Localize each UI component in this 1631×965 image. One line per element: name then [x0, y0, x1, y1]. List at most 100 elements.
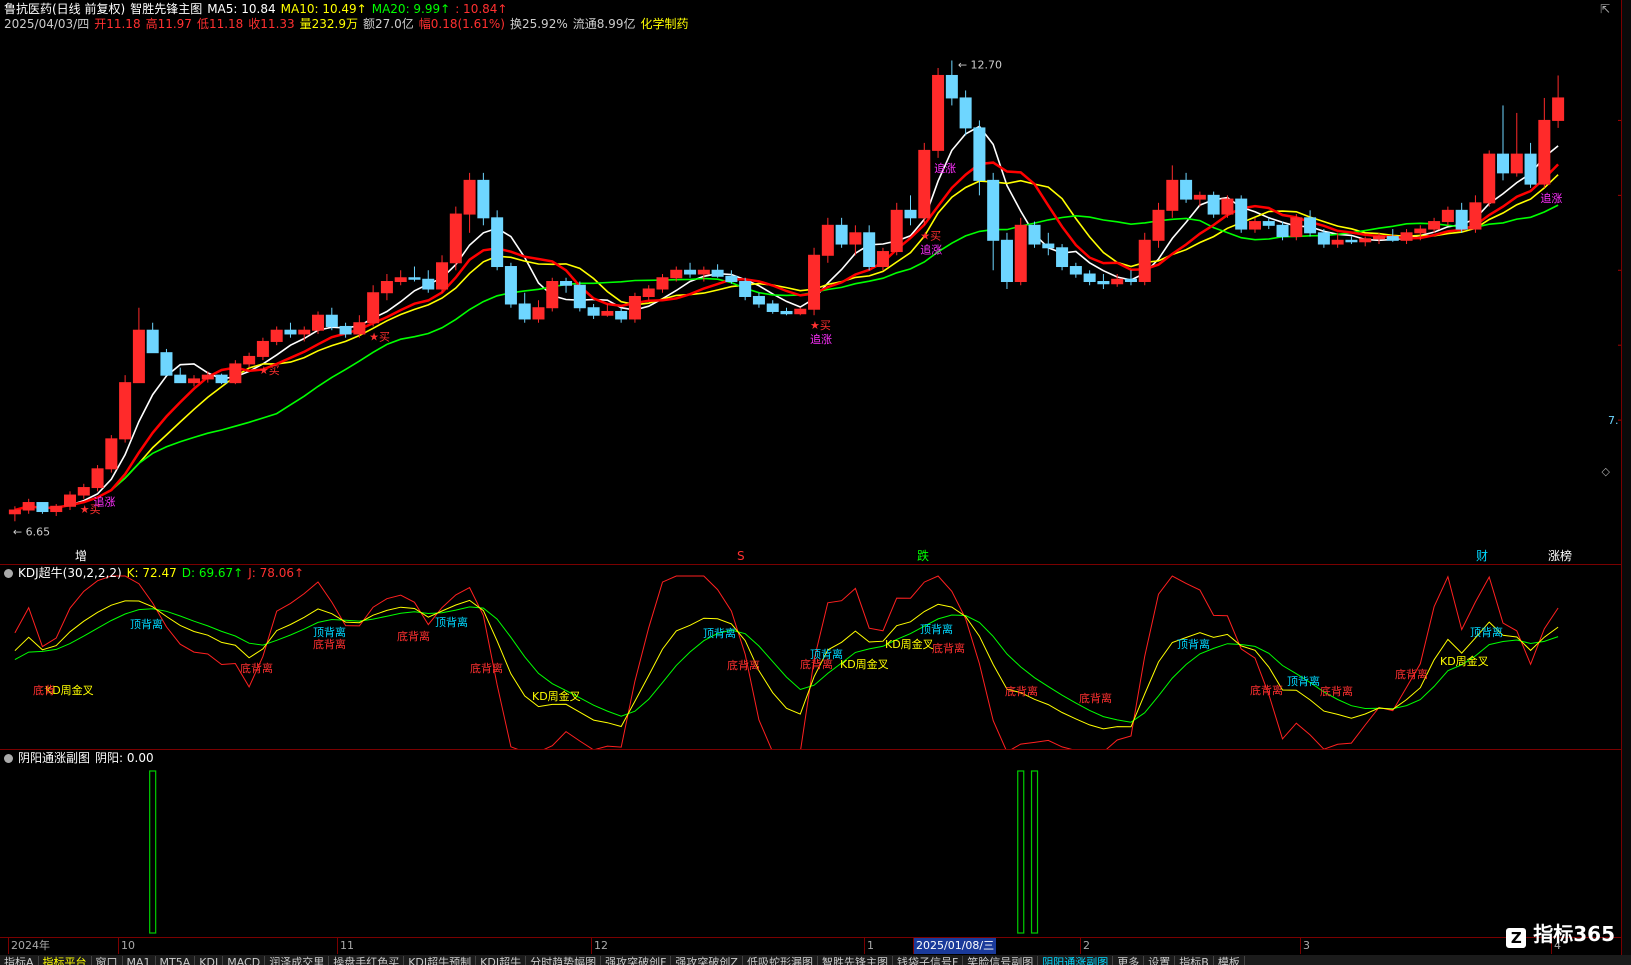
candle — [876, 247, 889, 271]
candle-body — [119, 382, 132, 440]
tab-5[interactable]: KDJ — [195, 956, 224, 965]
tab-7[interactable]: 润泽成交里 — [265, 956, 330, 965]
kdj-annotation: 顶背离 — [1177, 637, 1210, 651]
candle — [504, 262, 517, 308]
candle — [518, 292, 531, 323]
yinyang-panel[interactable]: 阴阳通涨副图 阴阳: 0.00 — [0, 749, 1622, 938]
candle — [353, 315, 366, 338]
quote-item-3: 低11.18 — [196, 17, 244, 31]
kdj-panel[interactable]: KD周金叉 底背 顶背离 底背离 顶背离 底背离 底背离 顶背离 底背离 KD周金叉 顶背离 底背离顶… — [0, 564, 1622, 750]
candle-body — [325, 314, 338, 327]
quote-item-2: 高11.97 — [145, 17, 192, 31]
candle-body — [174, 374, 187, 384]
candle-body — [1180, 179, 1193, 200]
collapse-icon[interactable] — [4, 569, 13, 578]
yinyang-bar — [1017, 770, 1025, 934]
candle — [987, 172, 1000, 271]
tab-12[interactable]: 强攻突破创F — [601, 956, 672, 965]
candle-body — [766, 303, 779, 312]
tab-11[interactable]: 分时趋势幅图 — [526, 956, 602, 965]
candle — [1083, 270, 1096, 286]
candle — [160, 348, 173, 376]
tab-0[interactable]: 指标A — [0, 956, 39, 965]
header-item-4: MA20: 9.99↑ — [371, 2, 451, 16]
main-header-line2: 2025/04/03/四 开11.18 高11.97 低11.18 收11.33 量232… — [4, 17, 693, 32]
tab-14[interactable]: 低吸蛇形漏图 — [743, 956, 818, 965]
tab-16[interactable]: 钱袋子信号F — [893, 956, 964, 965]
candle-body — [105, 438, 118, 470]
tab-15[interactable]: 智胜先锋主图 — [818, 956, 893, 965]
kdj-chart[interactable]: KD周金叉底背顶背离底背离顶背离底背离底背离顶背离底背离KD周金叉顶背离底背离顶… — [0, 564, 1622, 749]
candle — [422, 270, 435, 293]
yinyang-header: 阴阳通涨副图 阴阳: 0.00 — [4, 751, 159, 766]
tab-4[interactable]: MT5A — [156, 956, 196, 965]
tab-13[interactable]: 强攻突破创Z — [671, 956, 743, 965]
candle-body — [284, 329, 297, 335]
candle — [146, 322, 159, 354]
candle — [1207, 191, 1220, 218]
tab-20[interactable]: 设置 — [1144, 956, 1176, 965]
candlestick-chart[interactable]: ← 12.70← 6.657.★买追涨★买★买★买追涨★买追涨追涨追涨增 S 跌财涨… — [0, 0, 1622, 564]
quote-item-4: 收11.33 — [248, 17, 295, 31]
candle — [615, 307, 628, 323]
candle — [1000, 232, 1013, 289]
tab-9[interactable]: KDJ超牛预制 — [404, 956, 477, 965]
candle — [477, 172, 490, 226]
signal-label: ★买 — [259, 364, 280, 377]
candle — [312, 311, 325, 334]
candle-body — [725, 275, 738, 283]
candle — [780, 307, 793, 316]
candle-body — [752, 295, 765, 305]
tab-19[interactable]: 更多 — [1113, 956, 1145, 965]
candle-body — [449, 213, 462, 264]
tab-10[interactable]: KDJ超牛 — [476, 956, 527, 965]
candle-body — [932, 74, 945, 151]
candle-body — [973, 127, 986, 181]
candle-body — [587, 307, 600, 316]
kdj-d-value: D: 69.67↑ — [181, 566, 244, 580]
kdj-annotation: 顶背离 — [313, 625, 346, 639]
yinyang-chart[interactable] — [0, 749, 1622, 937]
tab-1[interactable]: 指标平台 — [39, 956, 92, 965]
kdj-annotation: 底背离 — [240, 661, 273, 675]
tab-2[interactable]: 窗口 — [92, 956, 123, 965]
tab-18[interactable]: 阴阳通涨副图 — [1038, 956, 1114, 965]
kdj-annotation: KD周金叉 — [1440, 654, 1489, 668]
candle — [945, 60, 958, 106]
candle — [1455, 202, 1468, 233]
quote-item-6: 额27.0亿 — [363, 17, 414, 31]
kdj-annotation: 底背离 — [932, 641, 965, 655]
header-item-2: MA5: 10.84 — [207, 2, 276, 16]
max-price-label: ← 12.70 — [958, 58, 1002, 71]
candle-body — [1469, 202, 1482, 230]
kdj-annotation: 底背离 — [1395, 667, 1428, 681]
quote-item-10: 化学制药 — [640, 17, 689, 31]
candle-body — [229, 363, 242, 384]
candle-body — [1290, 217, 1303, 238]
tab-6[interactable]: MACD — [223, 956, 266, 965]
tab-21[interactable]: 指标B — [1175, 956, 1214, 965]
candle-body — [160, 352, 173, 376]
window-controls[interactable]: ⇱ — [1600, 2, 1610, 16]
diamond-icon[interactable]: ◇ — [1602, 465, 1610, 478]
price-panel[interactable]: ← 12.70 ← 6.65 7. ★买 追涨 ★买 ★买 ★买 追涨 ★买 追涨 追涨 追涨增 S 跌财涨… — [0, 0, 1622, 565]
candle — [91, 465, 104, 492]
indicator-tab-bar[interactable]: 指标A 指标平台 窗口 MA1 MT5A KDJ MACD 润泽成交里 操盘手红色买 KDJ超牛预… — [0, 955, 1631, 965]
collapse-icon[interactable] — [4, 754, 13, 763]
candle — [932, 67, 945, 158]
candle-body — [849, 232, 862, 245]
tab-17[interactable]: 笑脸信号副图 — [963, 956, 1039, 965]
candle — [408, 266, 421, 282]
candle — [174, 367, 187, 384]
right-scrollbar[interactable] — [1621, 0, 1631, 955]
candle-body — [1042, 243, 1055, 249]
tab-8[interactable]: 操盘手红色买 — [329, 956, 405, 965]
candle — [1345, 236, 1358, 245]
ma-line — [14, 174, 1559, 511]
kdj-annotation: 底背离 — [1005, 684, 1038, 698]
candle — [794, 307, 807, 316]
candle — [1180, 172, 1193, 203]
tab-3[interactable]: MA1 — [123, 956, 156, 965]
kdj-annotation: 底背离 — [470, 661, 503, 675]
tab-22[interactable]: 模板 — [1214, 956, 1245, 965]
